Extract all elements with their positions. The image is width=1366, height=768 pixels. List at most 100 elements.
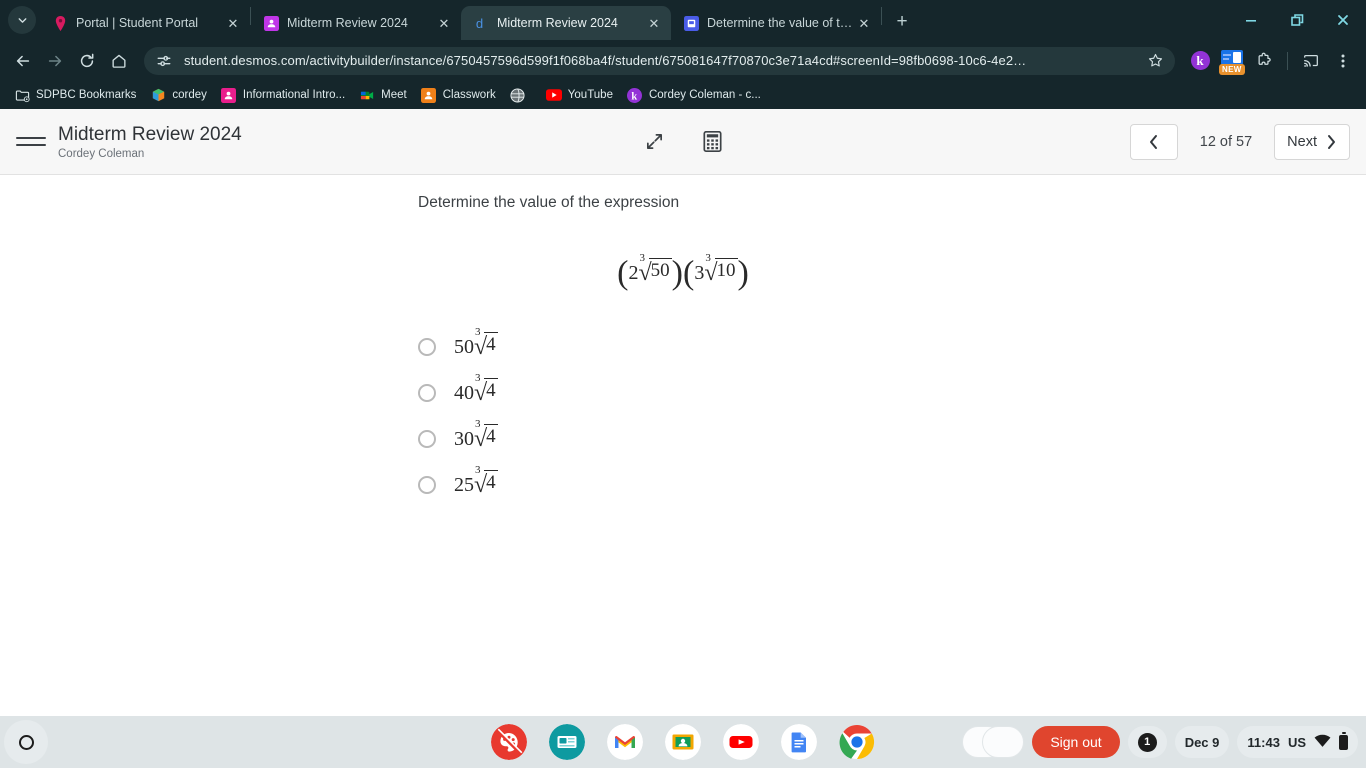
bookmark-sdpbc-bookmarks[interactable]: SDPBC Bookmarks — [8, 84, 142, 106]
radio-button[interactable] — [418, 338, 436, 357]
hamburger-menu-icon[interactable] — [16, 127, 46, 157]
bookmark-informational-intro[interactable]: Informational Intro... — [215, 84, 351, 106]
kami-icon: k — [1190, 51, 1210, 70]
bookmark-label: Classwork — [442, 89, 496, 101]
choice-option-1[interactable]: 50 3 √4 — [418, 324, 1366, 370]
bookmark-globe[interactable] — [504, 84, 538, 106]
extension-kami-button[interactable]: k — [1185, 46, 1215, 76]
bookmarks-bar: SDPBC Bookmarks cordey Informational Int… — [0, 81, 1366, 109]
bookmark-label: Cordey Coleman - c... — [648, 89, 761, 101]
date-tray-button[interactable]: Dec 9 — [1174, 726, 1230, 758]
tab-close-button[interactable]: ✕ — [435, 14, 453, 32]
youtube-icon — [545, 87, 562, 103]
toolbar-right-actions: k NEW — [1185, 46, 1358, 76]
extension-new-button[interactable]: NEW — [1217, 46, 1247, 76]
chevron-right-icon — [1328, 134, 1335, 149]
address-bar[interactable]: student.desmos.com/activitybuilder/insta… — [144, 46, 1175, 75]
calculator-button[interactable] — [698, 128, 726, 156]
tab-close-button[interactable]: ✕ — [855, 14, 873, 32]
tab-title: Midterm Review 2024 — [497, 16, 618, 30]
home-button[interactable] — [104, 46, 134, 76]
close-icon — [1338, 15, 1348, 25]
shelf-app-youtube[interactable] — [723, 724, 759, 760]
window-preview-thumbnail[interactable] — [962, 724, 1025, 760]
radio-button[interactable] — [418, 430, 436, 449]
tab-strip: Portal | Student Portal ✕ Midterm Review… — [0, 0, 1366, 40]
browser-tab-determine-the-value[interactable]: Determine the value of the exp... ✕ — [671, 6, 881, 40]
page-content: Midterm Review 2024 Cordey Coleman 12 of… — [0, 109, 1366, 716]
back-button[interactable] — [8, 46, 38, 76]
shelf-app-news[interactable] — [549, 724, 585, 760]
bookmark-classwork[interactable]: Classwork — [415, 84, 502, 106]
shelf-app-paint-blocked[interactable] — [491, 724, 527, 760]
close-button[interactable] — [1320, 0, 1366, 40]
browser-tab-midterm-review-desmos-active[interactable]: d Midterm Review 2024 ✕ — [461, 6, 671, 40]
sign-out-button[interactable]: Sign out — [1032, 726, 1120, 758]
extensions-button[interactable] — [1249, 46, 1279, 76]
classroom-icon — [263, 15, 279, 31]
radio-button[interactable] — [418, 384, 436, 403]
radical-index-2: 3 — [705, 251, 711, 264]
student-name: Cordey Coleman — [58, 147, 145, 160]
chrome-menu-button[interactable] — [1328, 46, 1358, 76]
reload-button[interactable] — [72, 46, 102, 76]
shelf-app-google-chrome[interactable] — [839, 724, 875, 760]
previous-screen-button[interactable] — [1129, 123, 1178, 160]
choice-radical-index: 3 — [475, 417, 481, 430]
bookmark-cordey[interactable]: cordey — [144, 84, 213, 106]
site-settings-icon[interactable] — [156, 53, 174, 69]
next-button-label: Next — [1287, 133, 1317, 150]
forward-arrow-icon — [48, 55, 62, 66]
multiple-choice-list: 50 3 √4 40 3 √4 30 3 √4 25 3 √4 — [418, 324, 1366, 508]
choice-radical-index: 3 — [475, 371, 481, 384]
minimize-button[interactable] — [1228, 0, 1274, 40]
choice-math: 50 3 √4 — [454, 326, 498, 361]
home-icon — [112, 54, 126, 68]
close-paren-2: ) — [737, 254, 749, 292]
notification-count-badge: 1 — [1137, 732, 1157, 752]
new-badge: NEW — [1219, 63, 1245, 75]
window-controls — [1228, 0, 1366, 40]
browser-tab-midterm-review-classroom[interactable]: Midterm Review 2024 ✕ — [251, 6, 461, 40]
choice-math: 30 3 √4 — [454, 418, 498, 453]
url-text: student.desmos.com/activitybuilder/insta… — [184, 53, 1027, 68]
launcher-button[interactable] — [4, 720, 48, 764]
choice-option-2[interactable]: 40 3 √4 — [418, 370, 1366, 416]
new-tab-button[interactable]: + — [888, 8, 916, 36]
browser-tab-portal-student-portal[interactable]: Portal | Student Portal ✕ — [40, 6, 250, 40]
shelf-app-gmail[interactable] — [607, 724, 643, 760]
bookmark-meet[interactable]: Meet — [353, 84, 413, 106]
expand-button[interactable] — [640, 128, 668, 156]
choice-option-4[interactable]: 25 3 √4 — [418, 462, 1366, 508]
choice-radical: 3 √4 — [474, 326, 498, 361]
tab-title: Portal | Student Portal — [76, 16, 199, 30]
open-paren-1: ( — [617, 254, 629, 292]
maximize-button[interactable] — [1274, 0, 1320, 40]
system-tray-button[interactable]: 11:43 US — [1237, 726, 1358, 758]
forward-button[interactable] — [40, 46, 70, 76]
bookmark-youtube[interactable]: YouTube — [540, 84, 619, 106]
shelf-app-google-docs[interactable] — [781, 724, 817, 760]
tab-separator — [881, 7, 882, 25]
shelf-locale: US — [1287, 734, 1306, 750]
google-classroom-icon — [665, 724, 701, 760]
choice-radicand: 4 — [484, 424, 498, 448]
next-screen-button[interactable]: Next — [1274, 123, 1350, 160]
tab-search-button[interactable] — [8, 6, 36, 34]
expand-diagonal-icon — [646, 133, 662, 150]
notification-tray-button[interactable]: 1 — [1127, 726, 1167, 758]
cast-icon — [1304, 54, 1318, 67]
radio-button[interactable] — [418, 476, 436, 495]
tab-close-button[interactable]: ✕ — [645, 14, 663, 32]
choice-option-3[interactable]: 30 3 √4 — [418, 416, 1366, 462]
bookmark-star-icon[interactable] — [1145, 53, 1165, 68]
shelf-app-google-classroom[interactable] — [665, 724, 701, 760]
bookmark-label: cordey — [172, 89, 207, 101]
open-paren-2: ( — [683, 254, 695, 292]
news-teal-icon — [549, 724, 585, 760]
tab-close-button[interactable]: ✕ — [224, 14, 242, 32]
cast-button[interactable] — [1296, 46, 1326, 76]
calculator-icon — [702, 131, 722, 152]
question-prompt: Determine the value of the expression — [418, 194, 680, 211]
bookmark-cordey-coleman[interactable]: k Cordey Coleman - c... — [621, 84, 767, 106]
